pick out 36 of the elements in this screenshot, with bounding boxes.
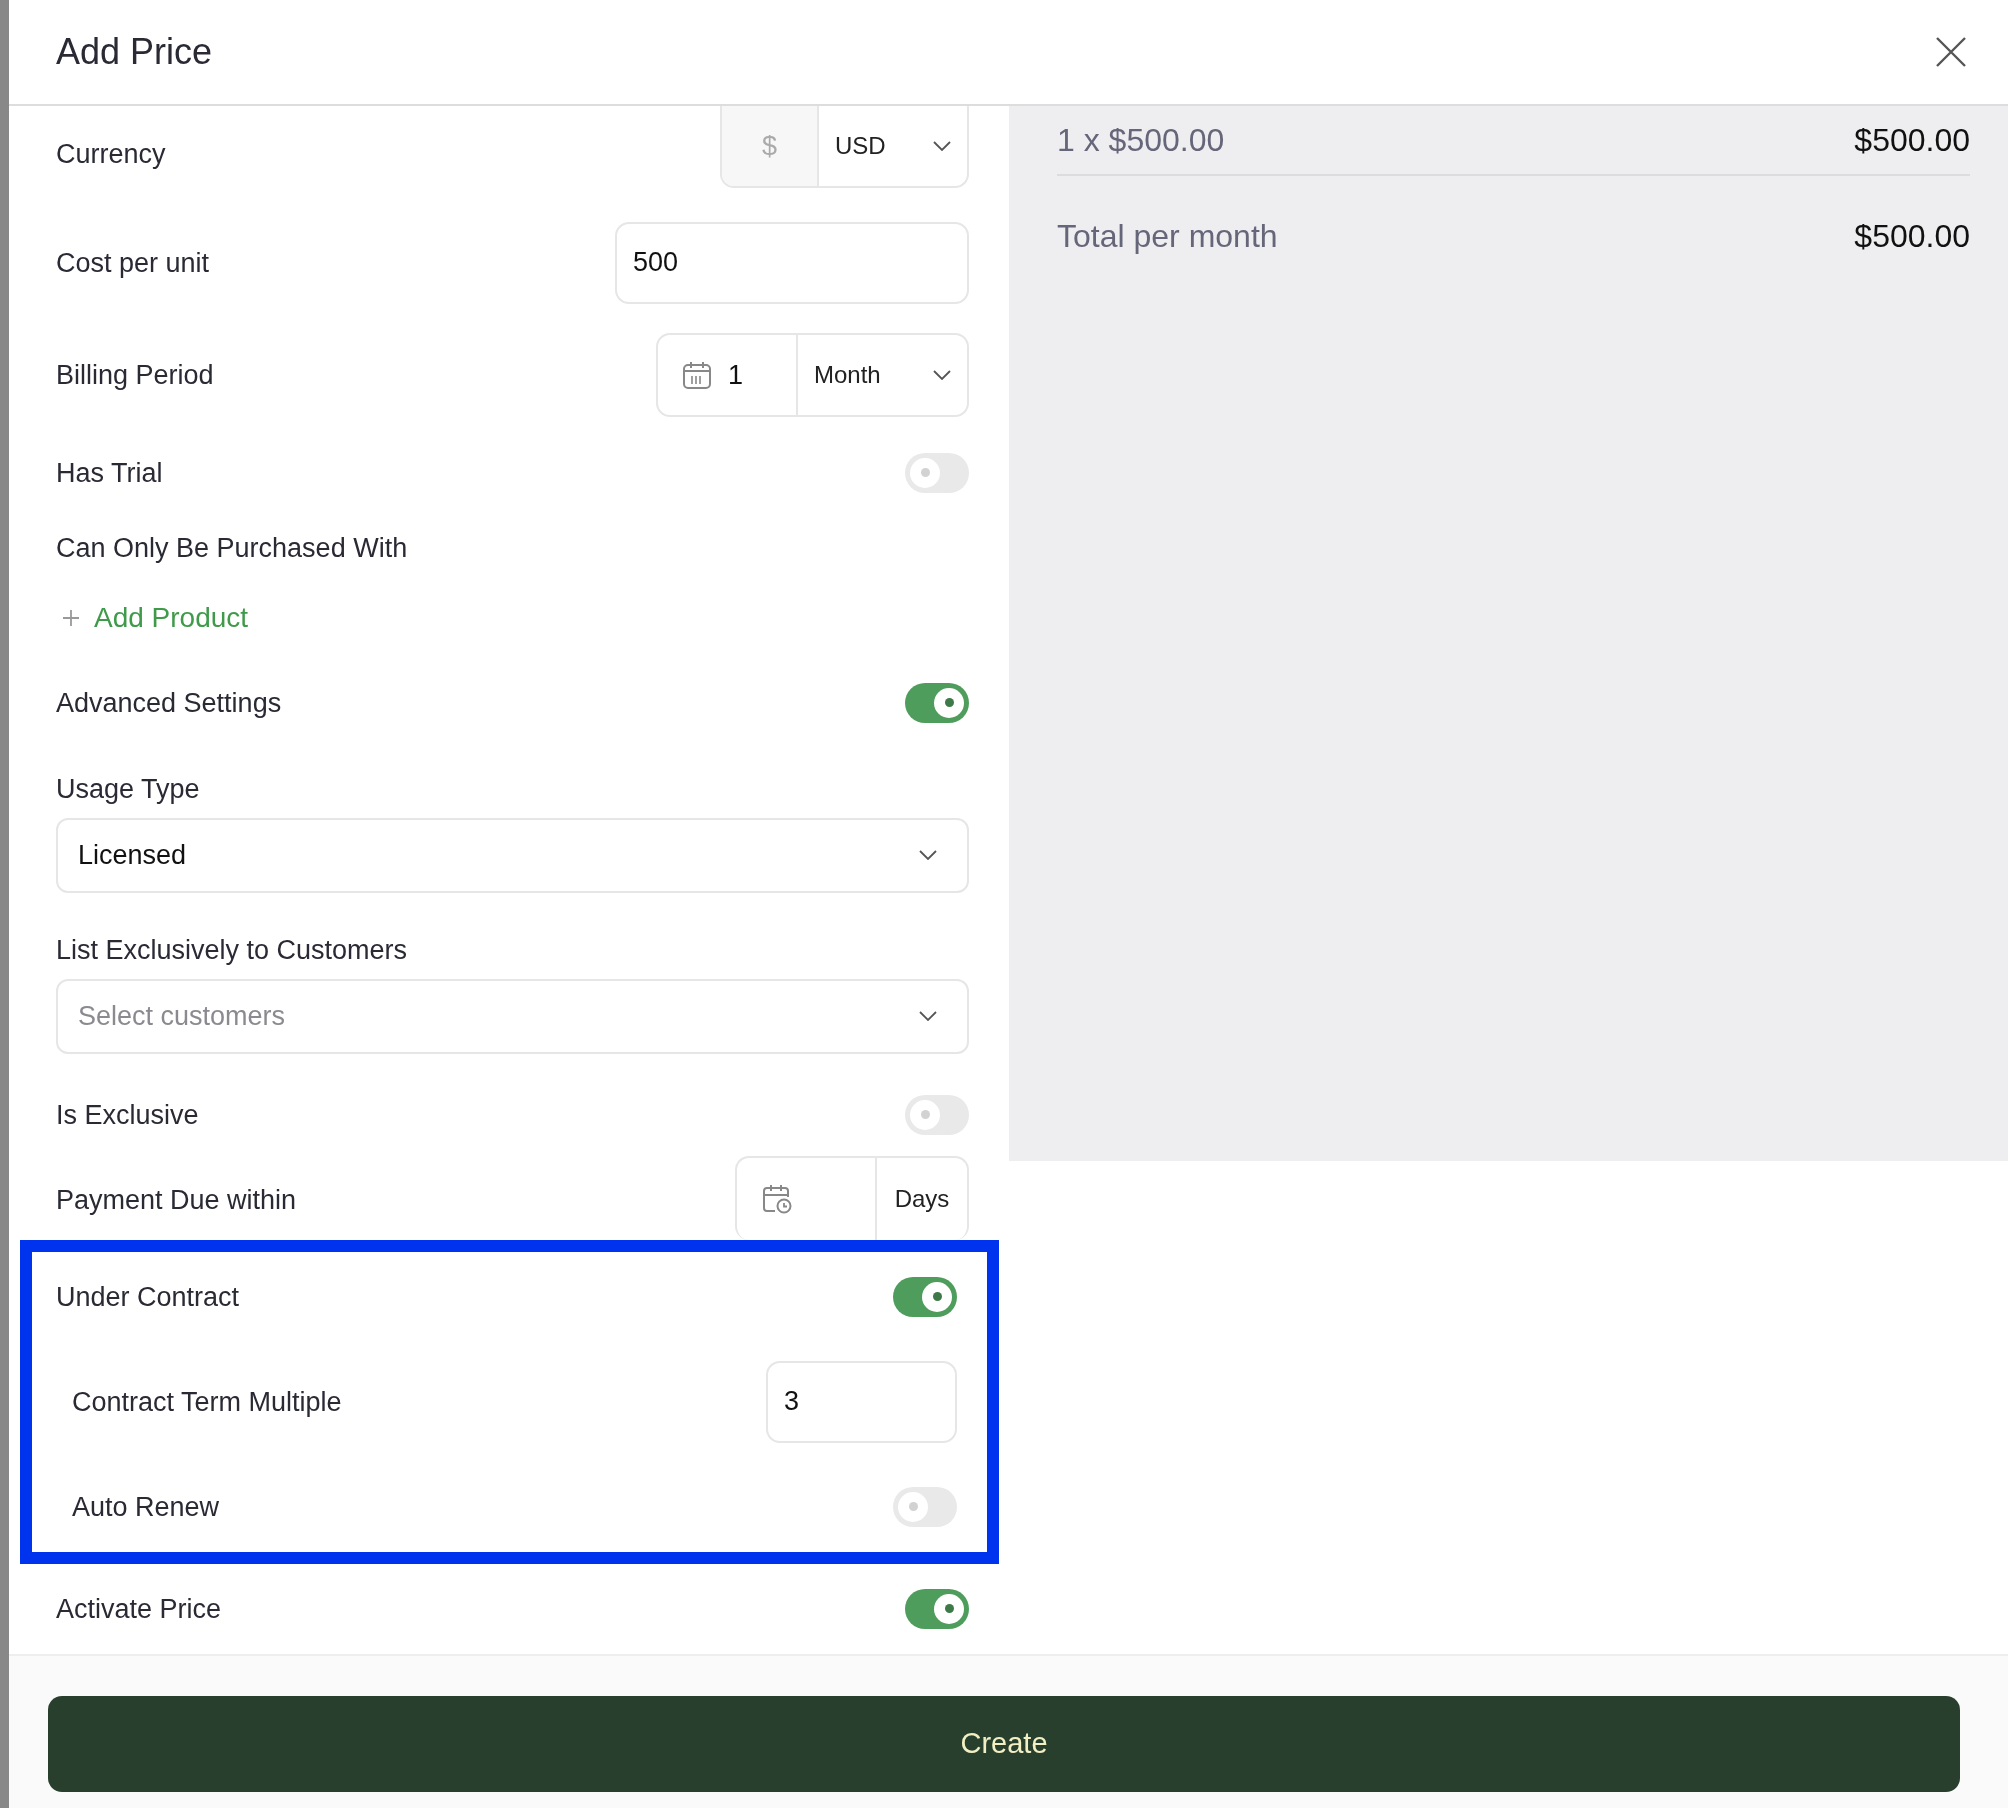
field-label: Is Exclusive [56, 1098, 199, 1132]
select-field[interactable]: Licensed [56, 817, 969, 893]
text-input[interactable]: 3 [766, 1360, 957, 1443]
field-label: Auto Renew [71, 1490, 220, 1524]
line-item-amount: $500.00 [1854, 120, 1970, 160]
field-label: Activate Price [56, 1592, 222, 1626]
total-amount: $500.00 [1854, 216, 1970, 256]
field-label: Under Contract [56, 1280, 240, 1314]
toggle-switch[interactable] [905, 682, 969, 723]
close-button[interactable] [1934, 34, 1968, 69]
chevron-icon [919, 850, 937, 861]
toggle-switch[interactable] [893, 1486, 957, 1527]
create-button[interactable]: Create [48, 1695, 1960, 1792]
add-product-link[interactable]: Add Product [56, 596, 249, 639]
toggle-switch[interactable] [905, 452, 969, 493]
field-label: Contract Term Multiple [71, 1385, 342, 1419]
field-label: Advanced Settings [56, 686, 282, 720]
chevron-icon [933, 140, 951, 151]
field-label: Payment Due within [56, 1183, 297, 1217]
field-label: Usage Type [56, 773, 201, 807]
toggle-switch[interactable] [893, 1276, 957, 1317]
currency-selector[interactable]: $ USD [720, 105, 969, 188]
text-input[interactable]: 500 [615, 221, 969, 304]
line-item-label: 1 x $500.00 [1057, 120, 1225, 160]
field-label: Can Only Be Purchased With [56, 531, 408, 565]
field-label: Currency [56, 138, 166, 172]
dialog-title: Add Price [56, 30, 213, 74]
field-label: Has Trial [56, 456, 163, 490]
field-label: List Exclusively to Customers [56, 934, 409, 968]
plus-icon [62, 608, 80, 627]
toggle-switch[interactable] [905, 1094, 969, 1135]
chevron-icon [919, 1011, 937, 1022]
field-label: Cost per unit [56, 246, 210, 280]
toggle-switch[interactable] [905, 1588, 969, 1629]
total-label: Total per month [1057, 216, 1278, 256]
field-label: Billing Period [56, 359, 214, 393]
